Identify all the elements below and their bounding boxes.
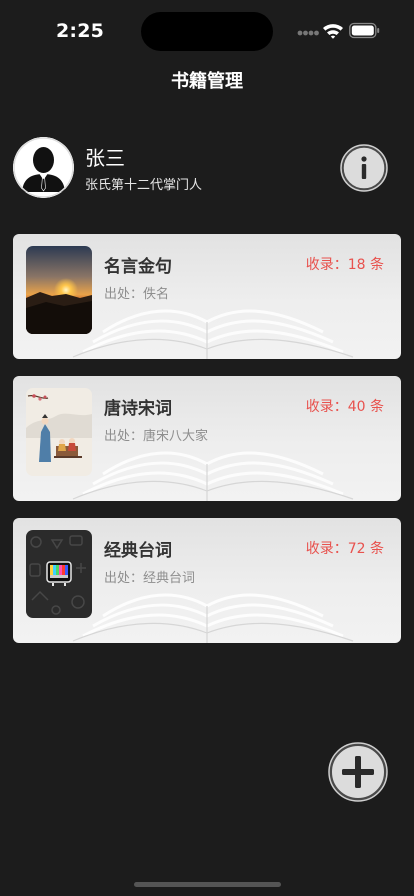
- avatar[interactable]: [13, 137, 74, 198]
- book-cover-image: [26, 246, 92, 334]
- book-count: 收录：40 条: [305, 399, 384, 415]
- ancient-painting-image: [26, 388, 92, 476]
- page-title: 书籍管理: [171, 71, 243, 92]
- info-button[interactable]: [340, 144, 388, 192]
- book-count: 收录：18 条: [305, 257, 384, 273]
- user-profile: 张三 张氏第十二代掌门人: [0, 130, 414, 210]
- sunset-image: [26, 246, 92, 334]
- book-source: 出处：经典台词: [104, 571, 196, 586]
- battery-icon: [349, 22, 380, 39]
- cellular-signal-icon: [297, 30, 319, 36]
- status-bar: 2:25: [0, 0, 414, 60]
- book-card[interactable]: 名言金句 出处：佚名 收录：18 条: [13, 234, 401, 359]
- book-cover-image: [26, 388, 92, 476]
- tv-pattern-image: [26, 530, 92, 618]
- book-card[interactable]: 唐诗宋词 出处：唐宋八大家 收录：40 条: [13, 376, 401, 501]
- wifi-icon: [323, 24, 343, 39]
- book-source: 出处：唐宋八大家: [104, 429, 209, 444]
- status-time: 2:25: [56, 20, 105, 42]
- user-name: 张三: [85, 146, 125, 170]
- user-subtitle: 张氏第十二代掌门人: [85, 178, 203, 193]
- book-title: 唐诗宋词: [104, 399, 172, 419]
- book-title: 名言金句: [104, 257, 172, 277]
- book-cover-image: [26, 530, 92, 618]
- user-silhouette-icon: [13, 137, 74, 198]
- home-indicator[interactable]: [134, 882, 281, 887]
- book-title: 经典台词: [104, 541, 172, 561]
- add-book-button[interactable]: [328, 742, 388, 802]
- book-card[interactable]: 经典台词 出处：经典台词 收录：72 条: [13, 518, 401, 643]
- book-source: 出处：佚名: [104, 287, 170, 302]
- book-count: 收录：72 条: [305, 541, 384, 557]
- dynamic-island: [141, 12, 273, 51]
